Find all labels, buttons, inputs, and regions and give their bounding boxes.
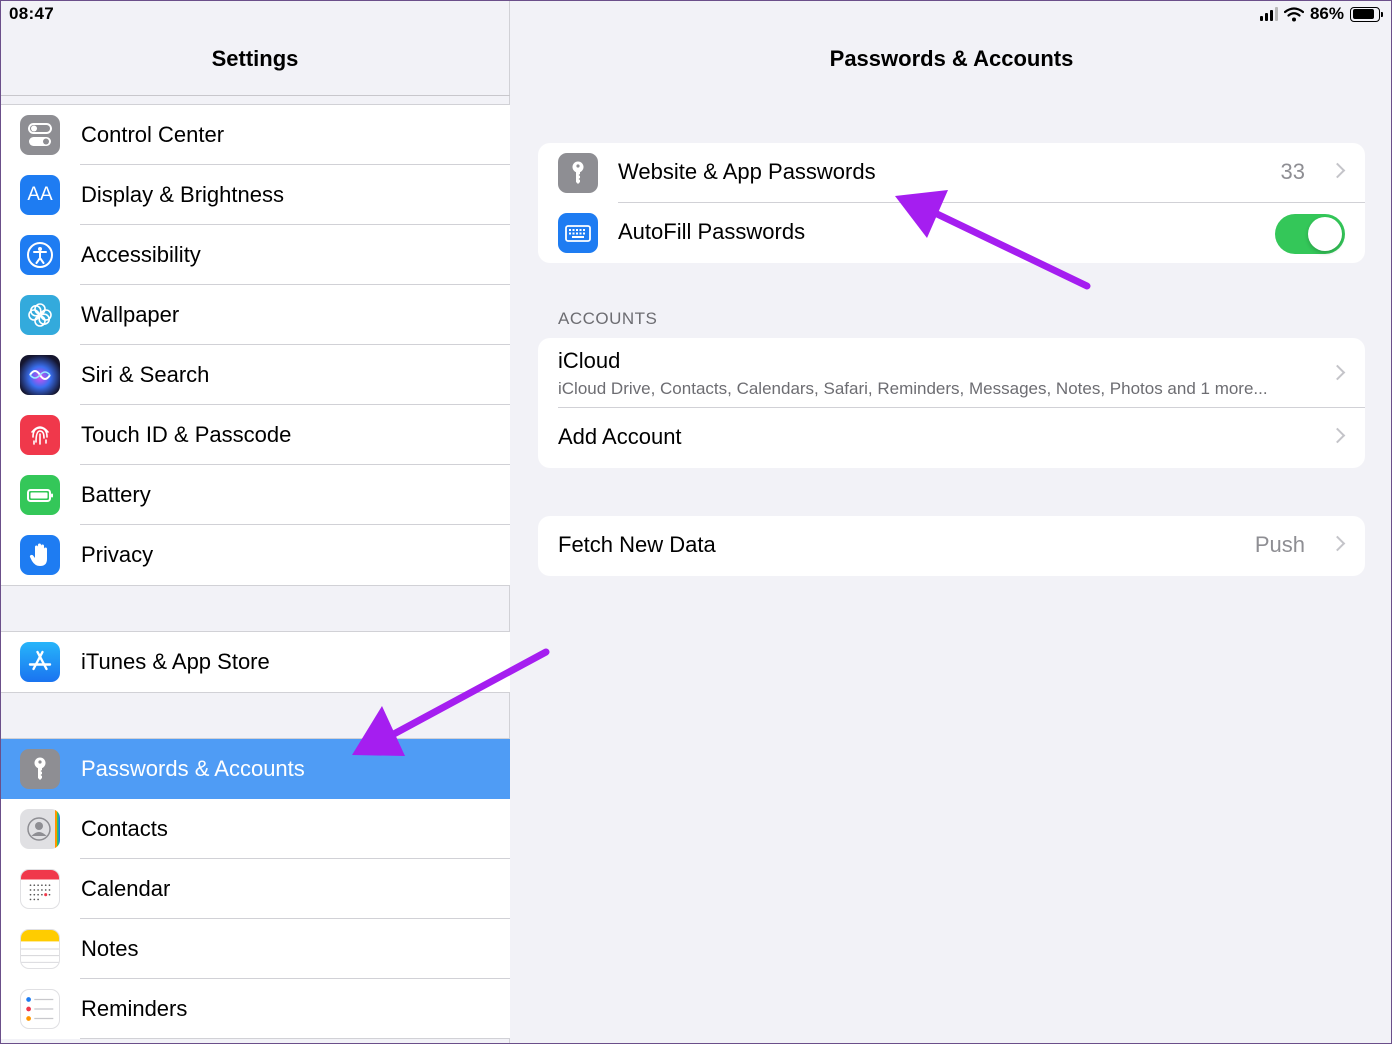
fingerprint-icon bbox=[20, 415, 60, 455]
accounts-section-header: ACCOUNTS bbox=[558, 309, 658, 328]
toggle-knob bbox=[1308, 217, 1342, 251]
display-icon: AA bbox=[20, 175, 60, 215]
sidebar-group-store: iTunes & App Store bbox=[0, 631, 510, 693]
sidebar-group-general: Control Center AA Display & Brightness A… bbox=[0, 104, 510, 586]
wallpaper-icon bbox=[20, 295, 60, 335]
fetch-new-data-row[interactable]: Fetch New Data Push bbox=[538, 516, 1365, 576]
contacts-icon bbox=[20, 809, 60, 849]
website-app-passwords-row[interactable]: Website & App Passwords 33 bbox=[538, 143, 1365, 203]
status-indicators: 86% bbox=[1259, 4, 1383, 24]
sidebar-item-label: Privacy bbox=[81, 542, 154, 567]
autofill-toggle[interactable] bbox=[1275, 214, 1345, 254]
sidebar-item-touch-id-passcode[interactable]: Touch ID & Passcode bbox=[0, 405, 510, 465]
sidebar-item-label: Passwords & Accounts bbox=[81, 756, 305, 781]
chevron-right-icon bbox=[1329, 535, 1346, 552]
password-count: 33 bbox=[1280, 159, 1305, 184]
fetch-new-data-label: Fetch New Data bbox=[558, 532, 716, 557]
sidebar-item-label: Siri & Search bbox=[81, 362, 210, 387]
chevron-right-icon bbox=[1329, 364, 1346, 381]
accessibility-icon bbox=[20, 235, 60, 275]
privacy-hand-icon bbox=[20, 535, 60, 575]
wifi-icon bbox=[1283, 6, 1304, 21]
battery-status-icon bbox=[1350, 6, 1383, 22]
sidebar-item-label: Contacts bbox=[81, 816, 168, 841]
sidebar-header-divider bbox=[0, 95, 510, 96]
battery-level-fill bbox=[1352, 9, 1374, 19]
keyboard-icon bbox=[558, 213, 598, 253]
sidebar-item-wallpaper[interactable]: Wallpaper bbox=[0, 285, 510, 345]
key-icon bbox=[558, 153, 598, 193]
sidebar-item-passwords-accounts[interactable]: Passwords & Accounts bbox=[0, 739, 510, 799]
sidebar-item-notes[interactable]: Notes bbox=[0, 919, 510, 979]
autofill-passwords-row: AutoFill Passwords bbox=[538, 203, 1365, 263]
icloud-row[interactable]: iCloud iCloud Drive, Contacts, Calendars… bbox=[538, 338, 1365, 408]
app-store-icon bbox=[20, 642, 60, 682]
icloud-services-detail: iCloud Drive, Contacts, Calendars, Safar… bbox=[558, 379, 1268, 398]
control-center-icon bbox=[20, 115, 60, 155]
sidebar-item-label: Wallpaper bbox=[81, 302, 180, 327]
sidebar-item-label: iTunes & App Store bbox=[81, 649, 270, 674]
notes-icon bbox=[20, 929, 60, 969]
website-app-passwords-label: Website & App Passwords bbox=[618, 159, 876, 184]
icloud-label: iCloud bbox=[558, 348, 621, 373]
sidebar-item-label: Accessibility bbox=[81, 242, 201, 267]
sidebar-item-itunes-app-store[interactable]: iTunes & App Store bbox=[0, 632, 510, 692]
row-divider bbox=[80, 1038, 510, 1039]
calendar-icon bbox=[20, 869, 60, 909]
chevron-right-icon bbox=[1329, 162, 1346, 179]
sidebar-item-label: Calendar bbox=[81, 876, 171, 901]
status-time: 08:47 bbox=[9, 4, 54, 23]
siri-icon bbox=[20, 355, 60, 395]
sidebar-item-label: Reminders bbox=[81, 996, 188, 1021]
sidebar-item-contacts[interactable]: Contacts bbox=[0, 799, 510, 859]
detail-title: Passwords & Accounts bbox=[829, 46, 1074, 71]
accounts-card: iCloud iCloud Drive, Contacts, Calendars… bbox=[538, 338, 1365, 468]
key-icon bbox=[20, 749, 60, 789]
cellular-signal-icon bbox=[1259, 7, 1278, 21]
sidebar-item-battery[interactable]: Battery bbox=[0, 465, 510, 525]
sidebar-item-label: Display & Brightness bbox=[81, 182, 284, 207]
add-account-row[interactable]: Add Account bbox=[538, 408, 1365, 468]
sidebar-item-label: Touch ID & Passcode bbox=[81, 422, 292, 447]
fetch-mode-value: Push bbox=[1254, 532, 1305, 557]
sidebar-item-label: Notes bbox=[81, 936, 139, 961]
sidebar-item-display-brightness[interactable]: AA Display & Brightness bbox=[0, 165, 510, 225]
sidebar-item-siri-search[interactable]: Siri & Search bbox=[0, 345, 510, 405]
chevron-right-icon bbox=[1329, 427, 1346, 444]
passwords-card: Website & App Passwords 33 AutoFill Pass… bbox=[538, 143, 1365, 263]
sidebar-item-accessibility[interactable]: Accessibility bbox=[0, 225, 510, 285]
sidebar-item-control-center[interactable]: Control Center bbox=[0, 105, 510, 165]
autofill-passwords-label: AutoFill Passwords bbox=[618, 219, 806, 244]
battery-icon bbox=[20, 475, 60, 515]
sidebar-item-label: Control Center bbox=[81, 122, 225, 147]
battery-percent: 86% bbox=[1309, 4, 1344, 23]
add-account-label: Add Account bbox=[558, 424, 682, 449]
sidebar-item-privacy[interactable]: Privacy bbox=[0, 525, 510, 585]
sidebar-item-reminders[interactable]: Reminders bbox=[0, 979, 510, 1039]
sidebar-title: Settings bbox=[211, 46, 299, 71]
sidebar-item-calendar[interactable]: Calendar bbox=[0, 859, 510, 919]
reminders-icon bbox=[20, 989, 60, 1029]
sidebar-item-label: Battery bbox=[81, 482, 151, 507]
fetch-card: Fetch New Data Push bbox=[538, 516, 1365, 576]
settings-sidebar: Settings Control Center AA Display & Bri… bbox=[0, 0, 510, 1044]
sidebar-group-accounts: Passwords & Accounts Contacts Calendar N… bbox=[0, 738, 510, 1039]
